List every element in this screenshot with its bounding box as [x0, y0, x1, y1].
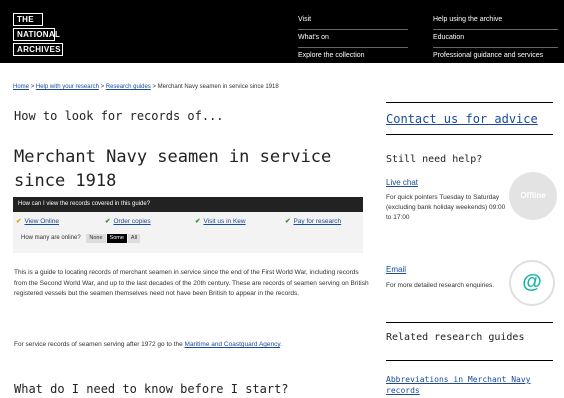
service-records-paragraph: For service records of seamen serving af…	[14, 340, 369, 351]
intro-paragraph: This is a guide to locating records of m…	[14, 269, 369, 297]
breadcrumb-current: Merchant Navy seamen in service since 19…	[157, 84, 279, 90]
nav-explore-collection[interactable]: Explore the collection	[298, 50, 408, 65]
view-records-heading: How can I view the records covered in th…	[13, 197, 363, 212]
view-records-box: How can I view the records covered in th…	[13, 197, 363, 253]
option-visit-kew[interactable]: ✔ Visit us in Kew	[195, 217, 246, 225]
online-availability: How many are online? None Some All	[13, 230, 363, 246]
email-description: For more detailed research enquiries.	[386, 282, 495, 289]
online-label: How many are online?	[21, 235, 81, 241]
service-text: For service records of seamen serving af…	[14, 341, 185, 348]
pay-research-link[interactable]: Pay for research	[293, 218, 341, 225]
nav-column-2: Help using the archive Education Profess…	[433, 14, 558, 67]
related-guides-heading: Related research guides	[386, 332, 525, 343]
site-header: THE NATIONAL ARCHIVES Visit What's on Ex…	[0, 0, 564, 63]
view-online-link[interactable]: View Online	[24, 218, 59, 225]
national-archives-logo[interactable]: THE NATIONAL ARCHIVES	[13, 13, 71, 58]
breadcrumb: Home > Help with your research > Researc…	[13, 84, 279, 90]
live-chat-description: For quick pointers Tuesday to Saturday (…	[386, 194, 506, 221]
online-none-pill: None	[86, 234, 106, 243]
breadcrumb-help[interactable]: Help with your research	[36, 84, 99, 90]
service-suffix: .	[280, 341, 282, 348]
visit-kew-link[interactable]: Visit us in Kew	[203, 218, 245, 225]
nav-professional-guidance[interactable]: Professional guidance and services	[433, 50, 558, 65]
chat-offline-badge: Offline	[509, 172, 557, 220]
breadcrumb-research-guides[interactable]: Research guides	[106, 84, 151, 90]
sidebar-divider	[386, 102, 553, 103]
breadcrumb-separator: >	[152, 84, 156, 90]
still-need-help-heading: Still need help?	[386, 154, 483, 165]
tick-icon: ✔	[16, 218, 22, 225]
option-view-online[interactable]: ✔ View Online	[16, 217, 59, 225]
online-all-pill: All	[127, 234, 141, 243]
section-heading: What do I need to know before I start?	[14, 382, 289, 396]
breadcrumb-home[interactable]: Home	[13, 84, 29, 90]
online-some-pill: Some	[106, 234, 127, 243]
email-at-icon[interactable]: @	[509, 260, 555, 306]
tick-icon: ✔	[105, 218, 111, 225]
tick-icon: ✔	[285, 218, 291, 225]
nav-visit[interactable]: Visit	[298, 14, 408, 30]
maritime-coastguard-link[interactable]: Maritime and Coastguard Agency	[185, 341, 281, 348]
tick-icon: ✔	[195, 218, 201, 225]
view-options: ✔ View Online ✔ Order copies ✔ Visit us in …	[13, 212, 363, 230]
nav-education[interactable]: Education	[433, 32, 558, 48]
nav-help-using-archive[interactable]: Help using the archive	[433, 14, 558, 30]
page-kicker: How to look for records of...	[14, 109, 224, 123]
breadcrumb-separator: >	[100, 84, 105, 90]
sidebar-divider	[386, 134, 553, 135]
option-pay-research[interactable]: ✔ Pay for research	[285, 217, 341, 225]
related-guide-link[interactable]: Abbreviations in Merchant Navy records	[386, 374, 546, 396]
sidebar-divider	[386, 360, 553, 361]
breadcrumb-separator: >	[30, 84, 35, 90]
contact-us-link[interactable]: Contact us for advice	[386, 112, 553, 126]
nav-column-1: Visit What's on Explore the collection	[298, 14, 408, 67]
page-title: Merchant Navy seamen in service since 19…	[14, 147, 332, 191]
sidebar-divider	[386, 322, 553, 323]
logo-line-1: THE	[13, 13, 43, 26]
option-order-copies[interactable]: ✔ Order copies	[105, 217, 151, 225]
logo-line-3: ARCHIVES	[13, 43, 63, 56]
nav-whats-on[interactable]: What's on	[298, 32, 408, 48]
logo-line-2: NATIONAL	[13, 28, 60, 41]
order-copies-link[interactable]: Order copies	[113, 218, 150, 225]
